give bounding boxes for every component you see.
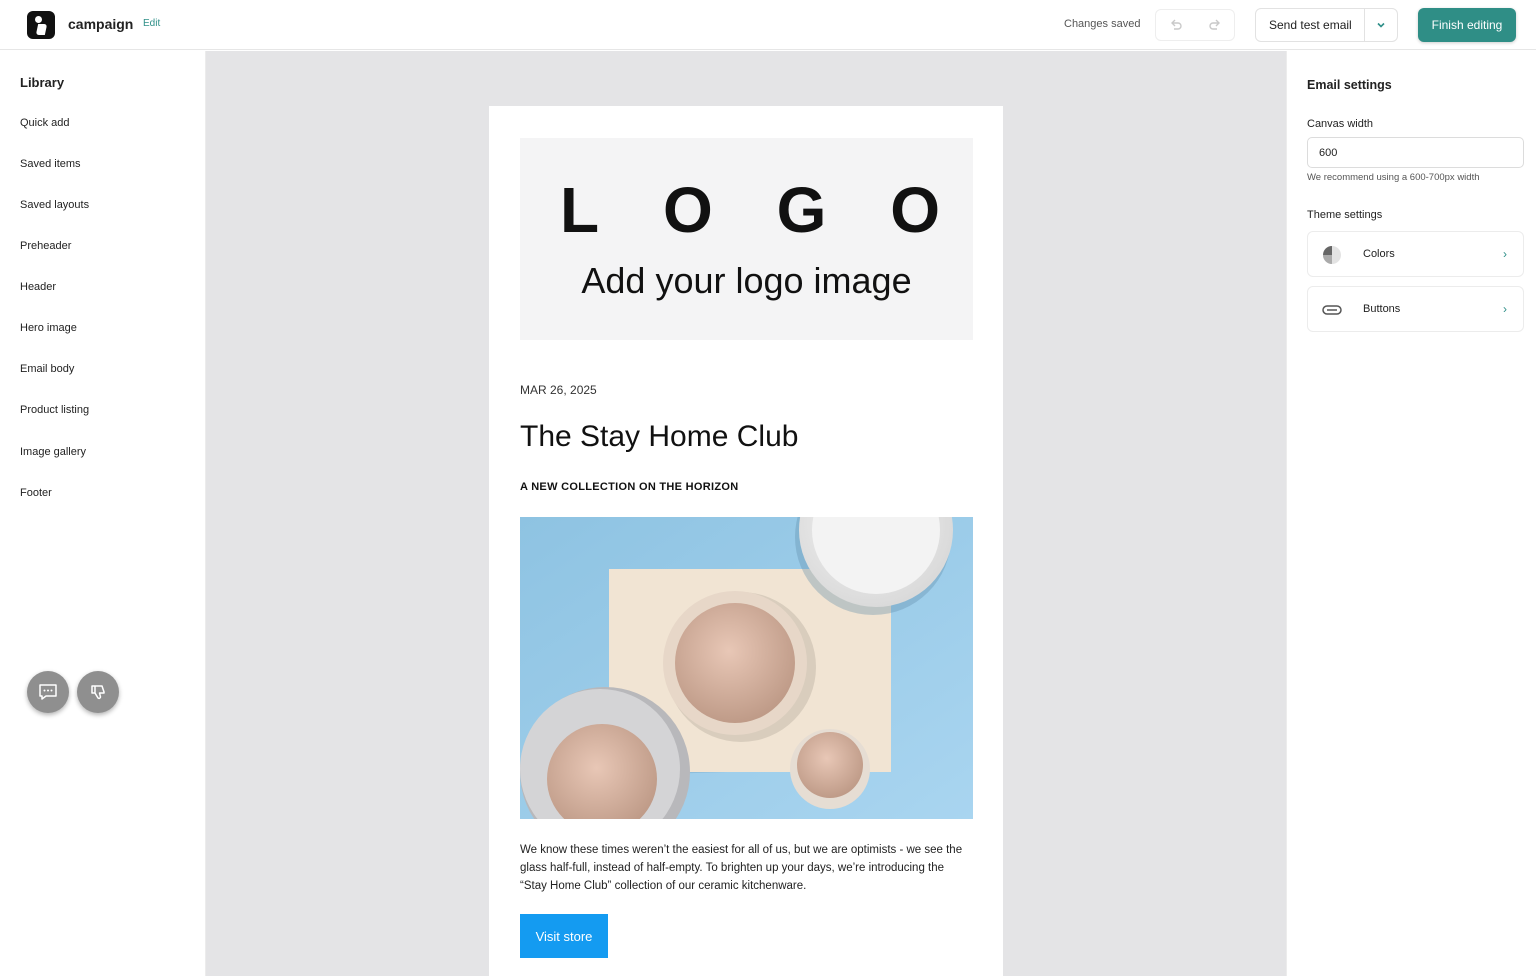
campaign-title: campaign <box>68 16 134 32</box>
undo-button[interactable] <box>1156 10 1195 40</box>
email-body-text[interactable]: We know these times weren’t the easiest … <box>520 841 970 895</box>
library-item-hero-image[interactable]: Hero image <box>20 322 77 334</box>
email-preview: L O G O Add your logo image MAR 26, 2025… <box>489 106 1003 976</box>
feedback-button[interactable] <box>27 671 69 713</box>
library-title: Library <box>20 75 65 90</box>
chevron-right-icon: › <box>1503 302 1507 316</box>
dislike-button[interactable] <box>77 671 119 713</box>
logo-letter: G <box>776 174 827 246</box>
library-item-preheader[interactable]: Preheader <box>20 240 71 252</box>
edit-title-link[interactable]: Edit <box>143 18 160 29</box>
library-item-saved-layouts[interactable]: Saved layouts <box>20 199 89 211</box>
logo-subtitle: Add your logo image <box>581 260 912 301</box>
email-headline[interactable]: The Stay Home Club <box>520 420 798 454</box>
library-item-email-body[interactable]: Email body <box>20 363 74 375</box>
logo-placeholder[interactable]: L O G O Add your logo image <box>520 138 973 340</box>
redo-button[interactable] <box>1195 10 1234 40</box>
library-item-saved-items[interactable]: Saved items <box>20 158 81 170</box>
email-subheadline[interactable]: A NEW COLLECTION ON THE HORIZON <box>520 481 739 493</box>
send-test-group: Send test email <box>1255 8 1398 42</box>
library-sidebar: Library Quick add Saved items Saved layo… <box>0 51 206 976</box>
undo-icon <box>1170 19 1182 30</box>
send-options-dropdown[interactable] <box>1364 9 1397 41</box>
colors-label: Colors <box>1363 248 1395 260</box>
editor-canvas: L O G O Add your logo image MAR 26, 2025… <box>206 51 1286 976</box>
canvas-width-input[interactable] <box>1307 137 1524 168</box>
canvas-width-hint: We recommend using a 600-700px width <box>1307 172 1480 183</box>
feedback-chat-icon <box>39 684 57 700</box>
finish-editing-button[interactable]: Finish editing <box>1418 8 1516 42</box>
color-palette-icon <box>1323 246 1341 264</box>
library-item-quick-add[interactable]: Quick add <box>20 117 70 129</box>
redo-icon <box>1208 19 1220 30</box>
email-date: MAR 26, 2025 <box>520 383 597 397</box>
undo-redo-group <box>1155 9 1235 41</box>
visit-store-button[interactable]: Visit store <box>520 914 608 958</box>
chevron-down-icon <box>1377 22 1385 28</box>
library-item-product-listing[interactable]: Product listing <box>20 404 89 416</box>
canvas-width-label: Canvas width <box>1307 118 1374 130</box>
hero-image[interactable] <box>520 517 973 819</box>
send-test-button[interactable]: Send test email <box>1256 18 1364 32</box>
theme-buttons-card[interactable]: Buttons › <box>1307 286 1524 332</box>
logo-letter: O <box>662 174 713 246</box>
library-item-footer[interactable]: Footer <box>20 487 52 499</box>
app-logo-icon[interactable] <box>27 11 55 39</box>
thumbs-down-icon <box>91 685 105 700</box>
settings-title: Email settings <box>1307 78 1392 92</box>
logo-letters: L O G O <box>560 178 940 242</box>
chevron-right-icon: › <box>1503 247 1507 261</box>
email-settings-panel: Email settings Canvas width We recommend… <box>1286 51 1536 976</box>
library-item-header[interactable]: Header <box>20 281 56 293</box>
top-bar: campaign Edit Changes saved Send test em… <box>0 0 1536 50</box>
buttons-label: Buttons <box>1363 303 1401 315</box>
logo-letter: L <box>560 174 600 246</box>
theme-settings-label: Theme settings <box>1307 209 1383 221</box>
button-shape-icon <box>1322 305 1342 315</box>
theme-colors-card[interactable]: Colors › <box>1307 231 1524 277</box>
logo-letter: O <box>890 174 940 246</box>
save-status: Changes saved <box>1064 18 1141 30</box>
hero-image-graphic <box>520 517 973 819</box>
library-item-image-gallery[interactable]: Image gallery <box>20 446 86 458</box>
